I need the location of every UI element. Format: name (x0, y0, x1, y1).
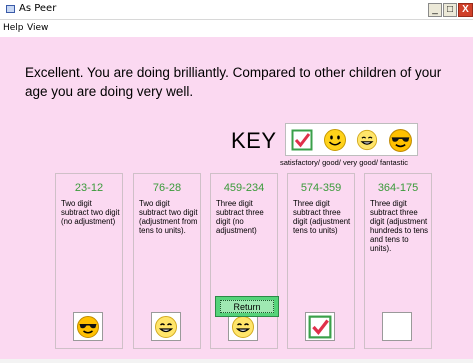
menu-bar: Help View (0, 20, 473, 37)
sunglasses-smiley-icon (77, 316, 99, 338)
category-title: 364-175 (377, 182, 419, 194)
smiley-icon (324, 129, 346, 151)
maximize-button[interactable]: □ (443, 3, 457, 17)
key-legend (285, 123, 418, 156)
category-title: 76-28 (152, 182, 182, 194)
category-card: 574-359 Three digit subtract three digit… (287, 173, 355, 349)
close-button[interactable]: X (458, 3, 473, 17)
return-button[interactable]: Return (215, 296, 279, 317)
sunglasses-smiley-icon (389, 129, 412, 152)
check-icon (308, 315, 332, 339)
rating-slot (382, 312, 412, 341)
menu-item-view[interactable]: View (27, 23, 48, 33)
smiley-icon (356, 129, 378, 151)
app-icon (6, 5, 15, 13)
menu-item-help[interactable]: Help (3, 23, 24, 33)
smiley-icon (155, 316, 177, 338)
check-icon (291, 129, 313, 151)
smiley-icon (232, 316, 254, 338)
category-title: 574-359 (300, 182, 342, 194)
window-title: As Peer (19, 3, 57, 14)
category-description: Three digit subtract three digit (no adj… (216, 199, 264, 235)
feedback-message: Excellent. You are doing brilliantly. Co… (25, 65, 442, 99)
key-label: KEY (231, 128, 277, 153)
rating-slot (151, 312, 181, 341)
key-caption: satisfactory/ good/ very good/ fantastic (280, 158, 408, 167)
rating-slot (73, 312, 103, 341)
category-title: 23-12 (74, 182, 104, 194)
category-card: 459-234 Three digit subtract three digit… (210, 173, 278, 349)
category-description: Three digit subtract three digit (adjust… (370, 199, 429, 253)
category-description: Two digit subtract two digit (adjustment… (139, 199, 198, 235)
category-card: 76-28 Two digit subtract two digit (adju… (133, 173, 201, 349)
rating-slot (305, 312, 335, 341)
window-bottom-edge (0, 359, 473, 363)
minimize-button[interactable]: _ (428, 3, 442, 17)
category-card: 364-175 Three digit subtract three digit… (364, 173, 432, 349)
category-card: 23-12 Two digit subtract two digit (no a… (55, 173, 123, 349)
category-description: Three digit subtract three digit (adjust… (293, 199, 351, 235)
category-title: 459-234 (223, 182, 265, 194)
return-button-label: Return (220, 300, 274, 313)
category-description: Two digit subtract two digit (no adjustm… (61, 199, 120, 226)
title-bar: As Peer _ □ X (0, 0, 473, 20)
